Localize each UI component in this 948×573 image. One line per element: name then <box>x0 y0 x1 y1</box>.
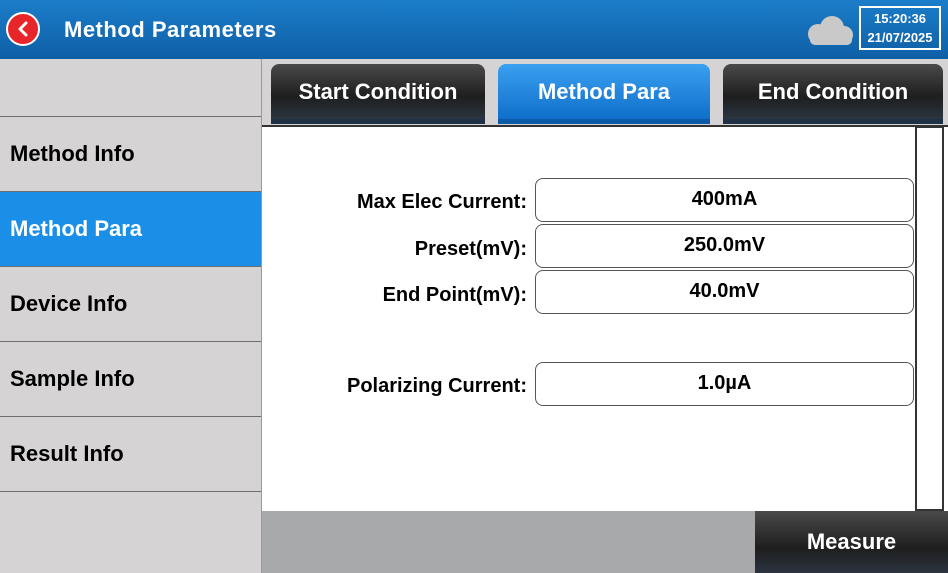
tab-method-para[interactable]: Method Para <box>498 64 710 124</box>
scrollbar[interactable] <box>915 126 944 511</box>
preset-label: Preset(mV): <box>414 238 527 260</box>
polarizing-current-label: Polarizing Current: <box>346 375 527 397</box>
measure-button[interactable]: Measure <box>755 511 948 573</box>
preset-field[interactable]: 250.0mV <box>535 224 914 268</box>
chevron-left-icon <box>18 21 28 37</box>
title-bar: Method Parameters 15:20:36 21/07/2025 <box>0 0 948 59</box>
back-button[interactable] <box>6 12 40 46</box>
date-text: 21/07/2025 <box>867 30 933 45</box>
bottom-bar <box>262 511 755 573</box>
sidebar-item-result-info[interactable]: Result Info <box>0 417 261 492</box>
sidebar-item-method-para[interactable]: Method Para <box>0 192 261 267</box>
sidebar: Method Info Method Para Device Info Samp… <box>0 59 262 573</box>
end-point-label: End Point(mV): <box>382 284 527 306</box>
page-title: Method Parameters <box>64 17 277 42</box>
sidebar-item-sample-info[interactable]: Sample Info <box>0 342 261 417</box>
max-elec-current-field[interactable]: 400mA <box>535 178 914 222</box>
end-point-field[interactable]: 40.0mV <box>535 270 914 314</box>
sidebar-item-blank <box>0 59 261 117</box>
sidebar-item-method-info[interactable]: Method Info <box>0 117 261 192</box>
tab-end-condition[interactable]: End Condition <box>723 64 943 124</box>
polarizing-current-field[interactable]: 1.0µA <box>535 362 914 406</box>
cloud-icon <box>808 16 853 45</box>
tab-bar: Start Condition Method Para End Conditio… <box>262 59 948 125</box>
tab-start-condition[interactable]: Start Condition <box>271 64 485 124</box>
max-elec-current-label: Max Elec Current: <box>356 191 527 213</box>
sidebar-item-device-info[interactable]: Device Info <box>0 267 261 342</box>
time-text: 15:20:36 <box>873 11 927 26</box>
datetime-display: 15:20:36 21/07/2025 <box>859 6 941 50</box>
